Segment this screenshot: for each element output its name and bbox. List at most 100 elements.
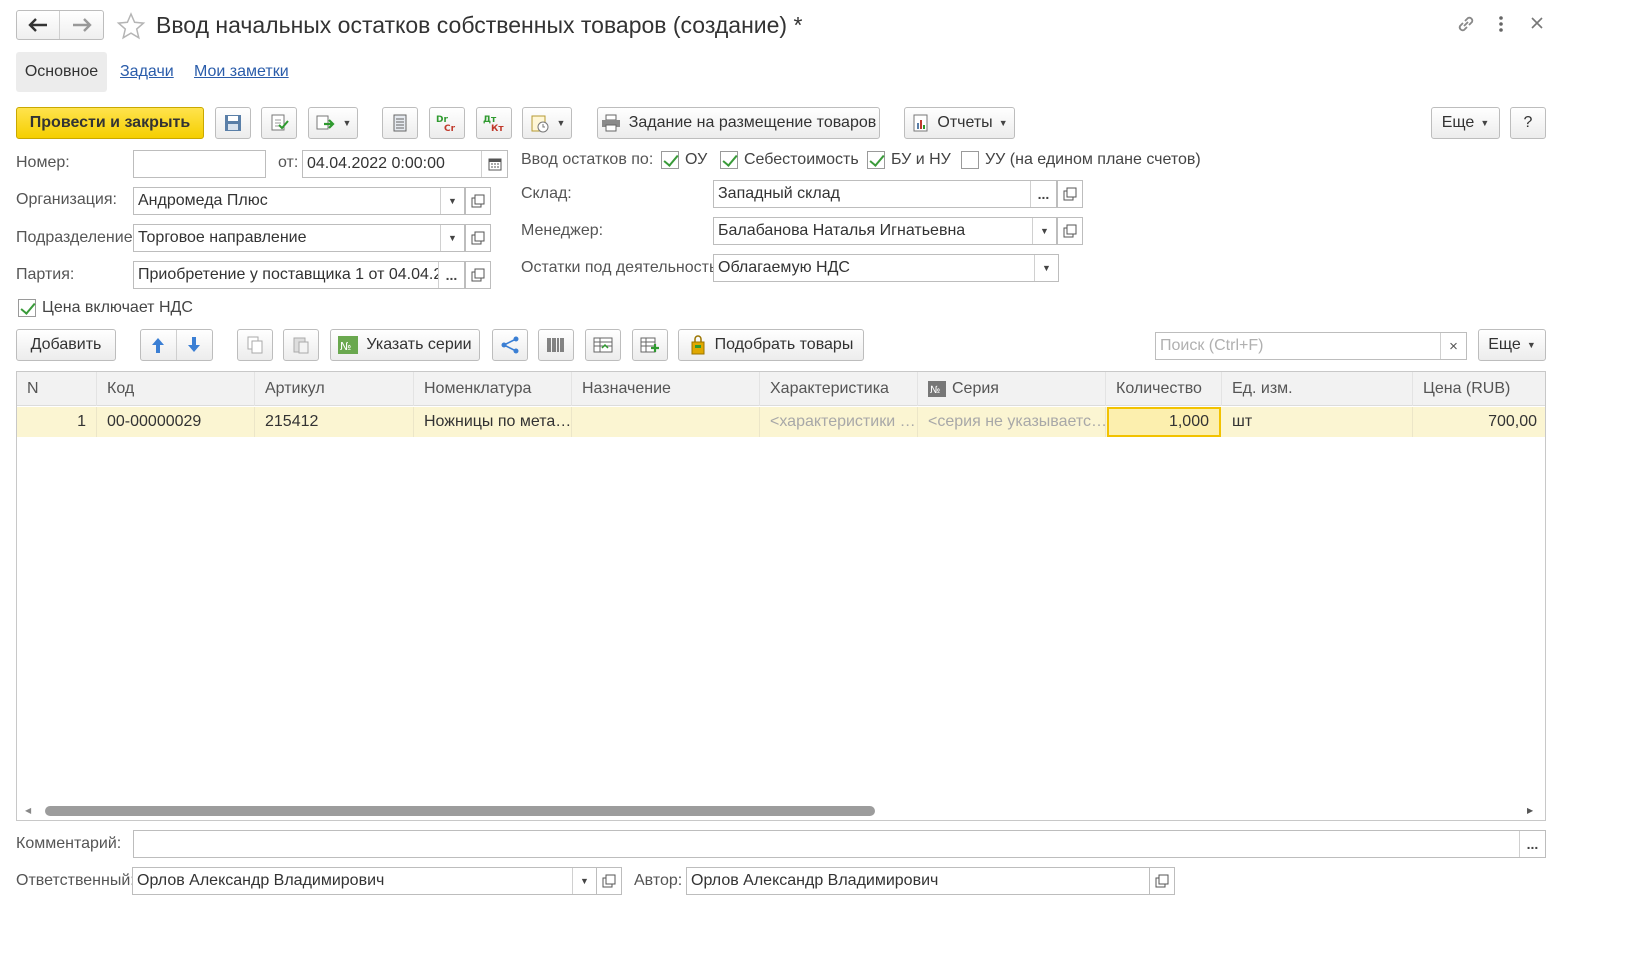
post-button[interactable]: [261, 107, 297, 139]
close-icon[interactable]: [1530, 16, 1544, 34]
table-row[interactable]: 1 00-00000029 215412 Ножницы по мета… <х…: [17, 407, 1545, 437]
chevron-down-icon[interactable]: ▼: [572, 868, 596, 894]
price-includes-vat-checkbox[interactable]: [18, 299, 36, 317]
open-manager-button[interactable]: [1057, 217, 1083, 245]
cell-price[interactable]: 700,00: [1413, 407, 1545, 437]
col-unit[interactable]: Ед. изм.: [1222, 372, 1413, 406]
post-and-close-button[interactable]: Провести и закрыть: [16, 107, 204, 139]
cell-quantity[interactable]: 1,000: [1107, 407, 1221, 437]
organization-select[interactable]: Андромеда Плюс ▼: [133, 187, 465, 215]
ellipsis-button[interactable]: ...: [1519, 831, 1545, 857]
col-series[interactable]: № Серия: [918, 372, 1106, 406]
col-purpose[interactable]: Назначение: [572, 372, 760, 406]
activity-select[interactable]: Облагаемую НДС ▼: [713, 254, 1059, 282]
favorite-star-icon[interactable]: [116, 12, 146, 44]
cell-characteristic[interactable]: <характеристики …: [760, 407, 918, 437]
col-price[interactable]: Цена (RUB): [1413, 372, 1545, 406]
open-responsible-button[interactable]: [596, 867, 622, 895]
table-more-button[interactable]: Еще ▼: [1478, 329, 1546, 361]
distribute-button[interactable]: [492, 329, 528, 361]
cell-series[interactable]: <серия не указываетс…: [918, 407, 1106, 437]
chevron-down-icon: ▼: [1526, 340, 1536, 350]
barcode-button[interactable]: [538, 329, 574, 361]
chevron-down-icon[interactable]: ▼: [1034, 255, 1058, 281]
author-field[interactable]: Орлов Александр Владимирович: [686, 867, 1150, 895]
open-batch-button[interactable]: [465, 261, 491, 289]
more-vertical-icon[interactable]: [1494, 14, 1508, 34]
shopping-bag-icon: [691, 335, 705, 355]
attachments-button[interactable]: ▼: [522, 107, 572, 139]
cell-code[interactable]: 00-00000029: [97, 407, 255, 437]
scroll-left-arrow[interactable]: ◀: [25, 806, 31, 815]
move-down-button[interactable]: [177, 330, 213, 360]
responsible-select[interactable]: Орлов Александр Владимирович ▼: [132, 867, 597, 895]
open-warehouse-button[interactable]: [1057, 180, 1083, 208]
tab-tasks[interactable]: Задачи: [120, 63, 174, 81]
save-button[interactable]: [215, 107, 251, 139]
warehouse-select[interactable]: Западный склад ...: [713, 180, 1057, 208]
table-more-label: Еще: [1488, 336, 1521, 353]
cell-purpose[interactable]: [572, 407, 760, 437]
back-button[interactable]: [17, 11, 61, 39]
forward-button[interactable]: [60, 11, 103, 39]
department-select[interactable]: Торговое направление ▼: [133, 224, 465, 252]
add-from-list-button[interactable]: [632, 329, 668, 361]
reports-icon: [913, 114, 928, 132]
tab-my-notes[interactable]: Мои заметки: [194, 63, 289, 81]
specify-series-button[interactable]: № Указать серии: [330, 329, 480, 361]
help-button[interactable]: ?: [1510, 107, 1546, 139]
col-item[interactable]: Номенклатура: [414, 372, 572, 406]
col-n[interactable]: N: [17, 372, 97, 406]
chevron-down-icon[interactable]: ▼: [440, 188, 464, 214]
dt-kt-button[interactable]: Дт Кт: [476, 107, 512, 139]
col-article[interactable]: Артикул: [255, 372, 414, 406]
ellipsis-button[interactable]: ...: [1030, 181, 1056, 207]
comment-input[interactable]: ...: [133, 830, 1546, 858]
warehouse-value: Западный склад: [718, 185, 840, 202]
move-up-button[interactable]: [141, 330, 177, 360]
cell-n[interactable]: 1: [17, 407, 97, 437]
paste-button[interactable]: [283, 329, 319, 361]
col-characteristic[interactable]: Характеристика: [760, 372, 918, 406]
open-organization-button[interactable]: [465, 187, 491, 215]
calendar-icon[interactable]: [481, 151, 507, 177]
create-based-on-button[interactable]: ▼: [308, 107, 358, 139]
chevron-down-icon[interactable]: ▼: [440, 225, 464, 251]
clear-search-icon[interactable]: ×: [1440, 333, 1466, 359]
col-code[interactable]: Код: [97, 372, 255, 406]
ellipsis-button[interactable]: ...: [438, 262, 464, 288]
copy-button[interactable]: [237, 329, 273, 361]
option-bu-nu-checkbox[interactable]: [867, 151, 885, 169]
placement-task-button[interactable]: Задание на размещение товаров: [597, 107, 880, 139]
document-list-button[interactable]: [382, 107, 418, 139]
option-uu-checkbox[interactable]: [961, 151, 979, 169]
fill-table-button[interactable]: [585, 329, 621, 361]
number-input[interactable]: [133, 150, 266, 178]
horizontal-scrollbar[interactable]: ◀ ▶: [17, 804, 1545, 818]
batch-select[interactable]: Приобретение у поставщика 1 от 04.04.202…: [133, 261, 465, 289]
scrollbar-thumb[interactable]: [45, 806, 875, 816]
reports-button[interactable]: Отчеты ▼: [904, 107, 1015, 139]
comment-label: Комментарий:: [16, 835, 122, 852]
chevron-down-icon[interactable]: ▼: [1032, 218, 1056, 244]
cell-item[interactable]: Ножницы по мета…: [414, 407, 572, 437]
col-quantity[interactable]: Количество: [1106, 372, 1222, 406]
open-department-button[interactable]: [465, 224, 491, 252]
option-cost-checkbox[interactable]: [720, 151, 738, 169]
tab-main[interactable]: Основное: [16, 52, 107, 92]
more-button[interactable]: Еще ▼: [1431, 107, 1500, 139]
add-row-button[interactable]: Добавить: [16, 329, 116, 361]
open-author-button[interactable]: [1149, 867, 1175, 895]
table-fill-icon: [593, 337, 613, 353]
scroll-right-arrow[interactable]: ▶: [1527, 806, 1533, 815]
manager-select[interactable]: Балабанова Наталья Игнатьевна ▼: [713, 217, 1057, 245]
cell-article[interactable]: 215412: [255, 407, 414, 437]
pick-goods-button[interactable]: Подобрать товары: [678, 329, 864, 361]
dr-cr-button[interactable]: Dr Cr: [429, 107, 465, 139]
table-search-input[interactable]: Поиск (Ctrl+F) ×: [1155, 332, 1467, 360]
cell-unit[interactable]: шт: [1222, 407, 1413, 437]
open-window-icon: [602, 874, 616, 888]
date-input[interactable]: 04.04.2022 0:00:00: [302, 150, 508, 178]
option-ou-checkbox[interactable]: [661, 151, 679, 169]
link-icon[interactable]: [1456, 14, 1476, 38]
